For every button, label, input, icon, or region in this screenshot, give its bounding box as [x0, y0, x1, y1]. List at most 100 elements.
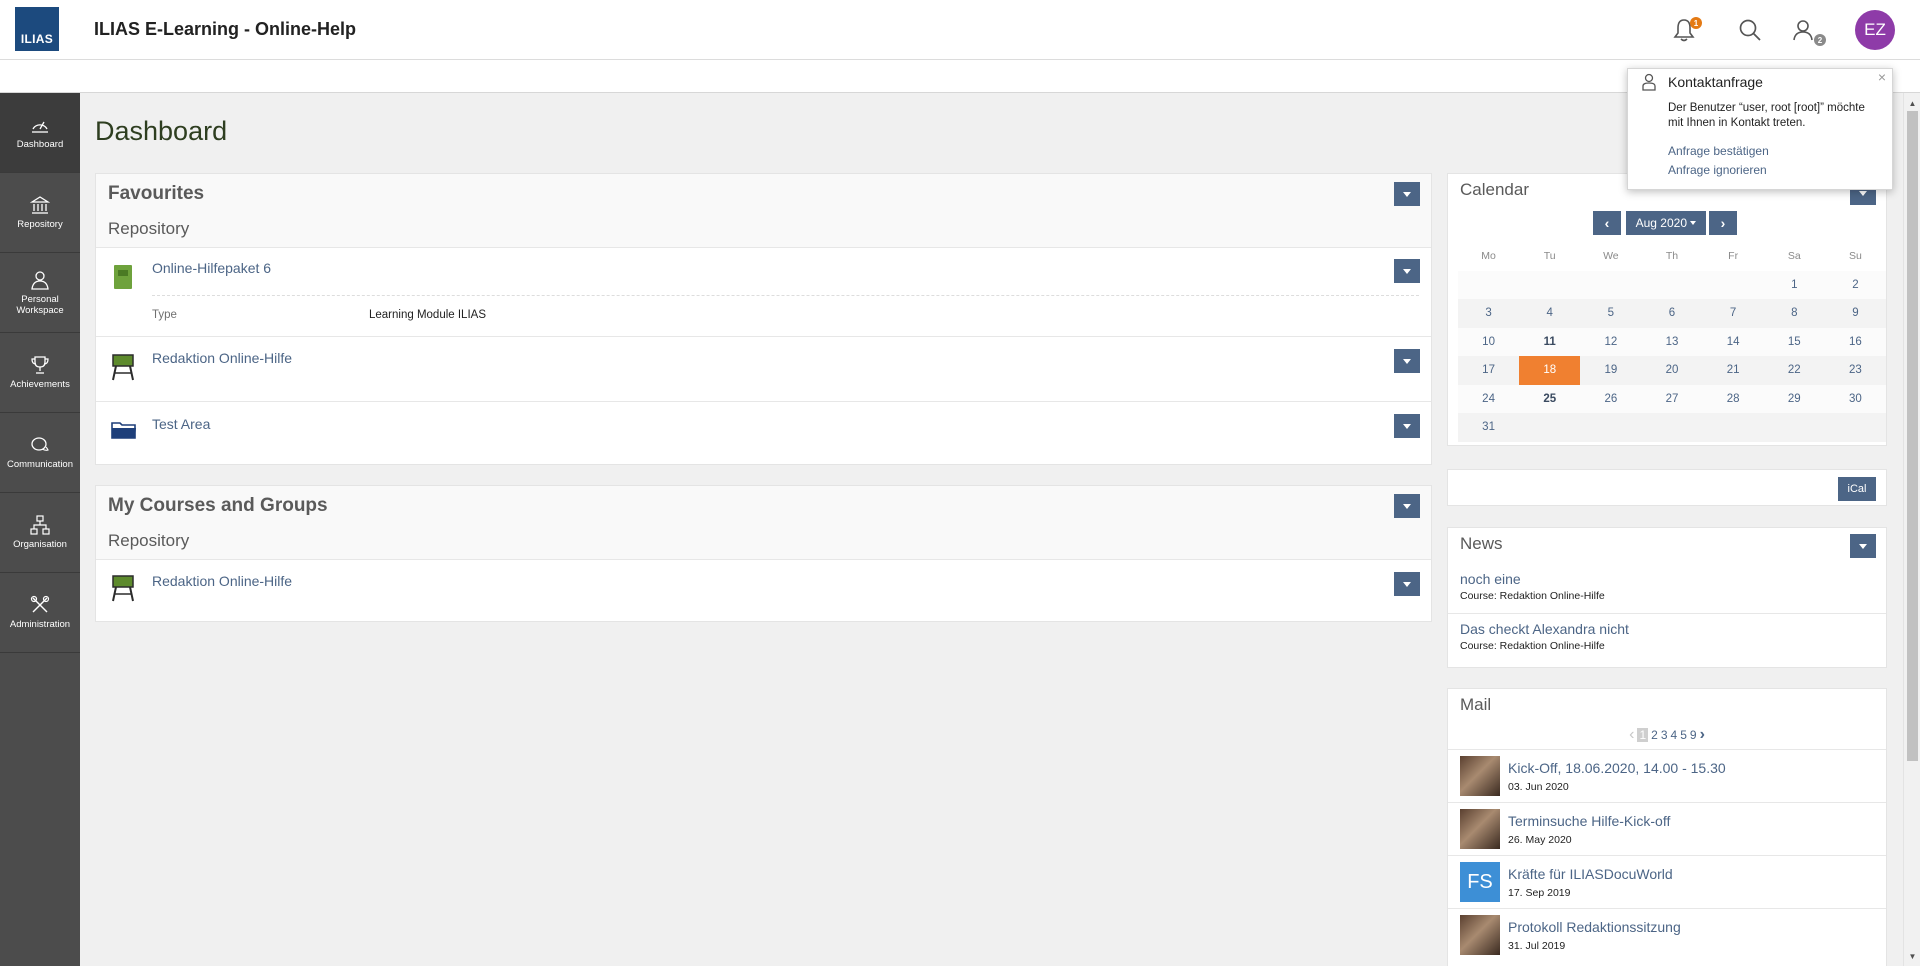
mail-item-title[interactable]: Protokoll Redaktionssitzung: [1508, 919, 1681, 935]
contact-request-popover: Kontaktanfrage × Der Benutzer “user, roo…: [1627, 68, 1893, 190]
calendar-day[interactable]: 4: [1519, 299, 1580, 328]
sidebar-item-repository[interactable]: Repository: [0, 173, 80, 253]
page-number[interactable]: 2: [1651, 728, 1658, 742]
weekday-label: Mo: [1481, 250, 1496, 263]
search-button[interactable]: [1734, 14, 1766, 46]
news-title: News: [1460, 534, 1503, 553]
calendar-day[interactable]: 31: [1458, 413, 1519, 442]
mail-item-title[interactable]: Kräfte für ILIASDocuWorld: [1508, 866, 1673, 882]
user-avatar[interactable]: EZ: [1855, 10, 1895, 50]
scrollbar-thumb[interactable]: [1907, 111, 1918, 761]
prev-month-button[interactable]: ‹: [1593, 211, 1621, 235]
mail-item[interactable]: Terminsuche Hilfe-Kick-off 26. May 2020: [1448, 802, 1886, 855]
calendar-day[interactable]: 29: [1764, 385, 1825, 414]
notifications-button[interactable]: 1: [1668, 14, 1702, 46]
mail-item-title[interactable]: Kick-Off, 18.06.2020, 14.00 - 15.30: [1508, 760, 1726, 776]
calendar-empty-cell: [1641, 271, 1702, 300]
news-actions-button[interactable]: [1850, 534, 1876, 558]
sidebar-item-organisation[interactable]: Organisation: [0, 493, 80, 573]
calendar-day[interactable]: 15: [1764, 328, 1825, 357]
courses-header: My Courses and Groups Repository: [96, 486, 1431, 559]
chevron-left-icon: ‹: [1604, 215, 1610, 231]
ilias-logo[interactable]: ILIAS: [15, 7, 59, 51]
courses-actions-button[interactable]: [1394, 494, 1420, 518]
page-number[interactable]: 5: [1680, 728, 1687, 742]
confirm-request-link[interactable]: Anfrage bestätigen: [1668, 144, 1769, 158]
calendar-day[interactable]: 3: [1458, 299, 1519, 328]
calendar-week-row: 3456789: [1458, 299, 1886, 328]
item-actions-button[interactable]: [1394, 349, 1420, 373]
ignore-request-link[interactable]: Anfrage ignorieren: [1668, 163, 1767, 177]
chevron-right-icon: ›: [1720, 215, 1726, 231]
ical-button[interactable]: iCal: [1838, 477, 1876, 501]
calendar-day[interactable]: 21: [1703, 356, 1764, 385]
page-number[interactable]: 4: [1671, 728, 1678, 742]
personal-workspace-icon: [31, 270, 49, 290]
calendar-day[interactable]: 2: [1825, 271, 1886, 300]
mail-item[interactable]: FS Kräfte für ILIASDocuWorld 17. Sep 201…: [1448, 855, 1886, 908]
item-actions-button[interactable]: [1394, 414, 1420, 438]
news-item-title[interactable]: noch eine: [1460, 571, 1874, 587]
page-number[interactable]: 9: [1690, 728, 1697, 742]
favourite-item-title[interactable]: Test Area: [152, 416, 210, 432]
scroll-down-icon[interactable]: ▼: [1904, 948, 1920, 964]
calendar-day[interactable]: 22: [1764, 356, 1825, 385]
sidebar-item-personal-workspace[interactable]: Personal Workspace: [0, 253, 80, 333]
item-actions-button[interactable]: [1394, 259, 1420, 283]
calendar-day[interactable]: 25: [1519, 385, 1580, 414]
news-item-title[interactable]: Das checkt Alexandra nicht: [1460, 621, 1874, 637]
weekday-label: Th: [1665, 250, 1679, 263]
calendar-day[interactable]: 20: [1641, 356, 1702, 385]
favourites-actions-button[interactable]: [1394, 182, 1420, 206]
news-item[interactable]: noch eine Course: Redaktion Online-Hilfe: [1448, 571, 1886, 602]
contacts-button[interactable]: 2: [1788, 14, 1826, 46]
calendar-day[interactable]: 26: [1580, 385, 1641, 414]
item-actions-button[interactable]: [1394, 572, 1420, 596]
page-number[interactable]: 3: [1661, 728, 1668, 742]
calendar-day[interactable]: 5: [1580, 299, 1641, 328]
calendar-day[interactable]: 7: [1703, 299, 1764, 328]
calendar-day[interactable]: 17: [1458, 356, 1519, 385]
search-icon: [1739, 19, 1761, 41]
calendar-day[interactable]: 12: [1580, 328, 1641, 357]
calendar-day[interactable]: 24: [1458, 385, 1519, 414]
divider: [1448, 613, 1886, 614]
close-icon[interactable]: ×: [1878, 69, 1886, 85]
chevron-down-icon: [1403, 581, 1411, 587]
sidebar-item-administration[interactable]: Administration: [0, 573, 80, 653]
calendar-day[interactable]: 27: [1641, 385, 1702, 414]
next-month-button[interactable]: ›: [1709, 211, 1737, 235]
chevron-left-icon[interactable]: ‹: [1629, 726, 1634, 744]
calendar-day[interactable]: 23: [1825, 356, 1886, 385]
month-select[interactable]: Aug 2020: [1626, 211, 1706, 235]
calendar-day[interactable]: 1: [1764, 271, 1825, 300]
mail-item[interactable]: Protokoll Redaktionssitzung 31. Jul 2019: [1448, 908, 1886, 961]
calendar-day[interactable]: 18: [1519, 356, 1581, 385]
calendar-day[interactable]: 8: [1764, 299, 1825, 328]
mail-item[interactable]: Kick-Off, 18.06.2020, 14.00 - 15.30 03. …: [1448, 749, 1886, 802]
news-item[interactable]: Das checkt Alexandra nicht Course: Redak…: [1448, 621, 1886, 652]
page-scrollbar[interactable]: ▲ ▼: [1903, 93, 1920, 966]
mail-item-title[interactable]: Terminsuche Hilfe-Kick-off: [1508, 813, 1670, 829]
favourite-item-title[interactable]: Online-Hilfepaket 6: [152, 260, 271, 276]
calendar-day[interactable]: 14: [1703, 328, 1764, 357]
sidebar-item-communication[interactable]: Communication: [0, 413, 80, 493]
course-icon: [112, 575, 134, 602]
calendar-day[interactable]: 13: [1641, 328, 1702, 357]
calendar-day[interactable]: 11: [1519, 328, 1580, 357]
calendar-day[interactable]: 9: [1825, 299, 1886, 328]
scroll-up-icon[interactable]: ▲: [1904, 95, 1920, 111]
favourite-item-title[interactable]: Redaktion Online-Hilfe: [152, 350, 292, 366]
calendar-day[interactable]: 10: [1458, 328, 1519, 357]
calendar-day[interactable]: 16: [1825, 328, 1886, 357]
popover-message: Der Benutzer “user, root [root]” möchte …: [1668, 102, 1865, 129]
chevron-right-icon[interactable]: ›: [1700, 726, 1705, 744]
calendar-day[interactable]: 6: [1641, 299, 1702, 328]
page-number-current[interactable]: 1: [1637, 728, 1649, 742]
calendar-day[interactable]: 19: [1580, 356, 1641, 385]
calendar-day[interactable]: 30: [1825, 385, 1886, 414]
calendar-day[interactable]: 28: [1703, 385, 1764, 414]
course-item-title[interactable]: Redaktion Online-Hilfe: [152, 573, 292, 589]
sidebar-item-achievements[interactable]: Achievements: [0, 333, 80, 413]
sidebar-item-dashboard[interactable]: Dashboard: [0, 93, 80, 173]
